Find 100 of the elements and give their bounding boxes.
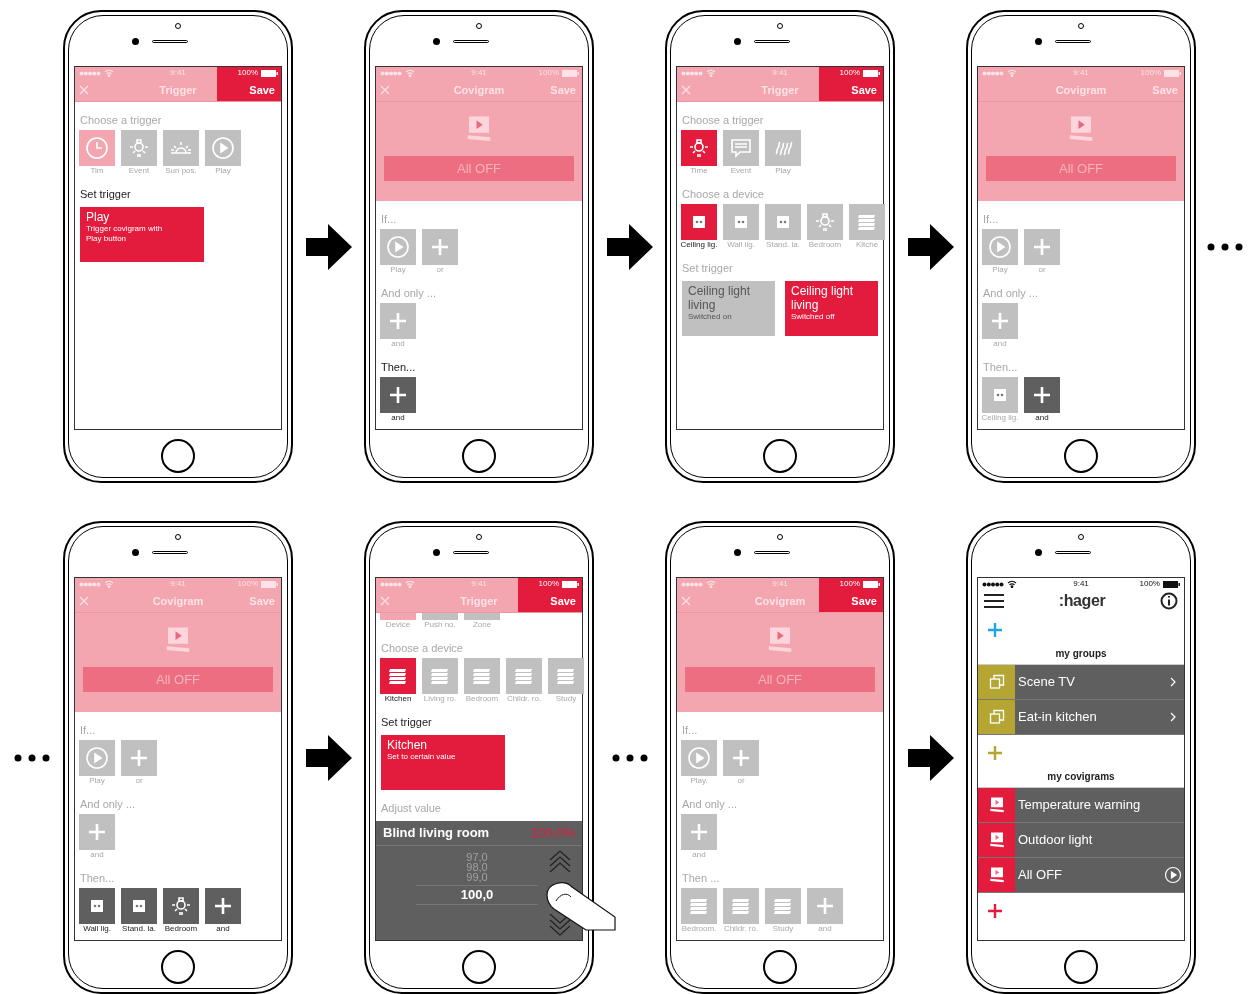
card-title: Kitchen	[387, 738, 429, 752]
signal-icon	[79, 581, 101, 587]
option-tile[interactable]	[807, 204, 843, 240]
option-tile[interactable]	[723, 888, 759, 924]
option-tile[interactable]	[205, 130, 241, 166]
option-tile[interactable]	[681, 814, 717, 850]
battery-icon	[1163, 580, 1180, 588]
close-icon[interactable]	[79, 85, 89, 95]
option-tile[interactable]	[163, 130, 199, 166]
list-row[interactable]: All OFF	[978, 858, 1184, 893]
home-button[interactable]	[1064, 950, 1098, 984]
option-tile[interactable]	[765, 204, 801, 240]
save-button[interactable]: Save	[851, 79, 880, 101]
screen-title: Covigram	[754, 594, 806, 609]
option-tile[interactable]	[723, 740, 759, 776]
menu-icon[interactable]	[984, 594, 1004, 608]
battery-icon	[863, 580, 880, 588]
option-tile[interactable]	[464, 658, 500, 694]
wifi-icon	[405, 69, 415, 77]
option-tile[interactable]	[765, 888, 801, 924]
option-tile[interactable]	[982, 303, 1018, 339]
option-tile[interactable]	[380, 303, 416, 339]
info-icon[interactable]	[1160, 592, 1178, 610]
plus-icon[interactable]	[987, 621, 1003, 638]
option-tile[interactable]	[1024, 229, 1060, 265]
option-tile[interactable]	[205, 888, 241, 924]
home-button[interactable]	[763, 950, 797, 984]
option-tile[interactable]	[982, 377, 1018, 413]
trigger-card[interactable]: Ceiling light living Switched on	[682, 281, 775, 336]
section-heading: Then ...	[681, 872, 721, 885]
option-tile[interactable]	[121, 888, 157, 924]
close-icon[interactable]	[681, 85, 691, 95]
picker-value: 97,0	[466, 852, 488, 862]
option-tile[interactable]	[464, 613, 500, 620]
close-icon[interactable]	[681, 596, 691, 606]
signal-icon	[79, 70, 101, 76]
option-tile[interactable]	[982, 229, 1018, 265]
save-button[interactable]: Save	[249, 79, 278, 101]
double-chevron-up-icon[interactable]	[548, 848, 572, 872]
card-title: Ceiling light living	[791, 284, 855, 312]
option-tile[interactable]	[681, 888, 717, 924]
option-tile[interactable]	[765, 130, 801, 166]
trigger-card[interactable]: Kitchen Set to certain value	[381, 735, 505, 790]
option-tile[interactable]	[422, 229, 458, 265]
option-tile[interactable]	[79, 740, 115, 776]
wifi-icon	[706, 69, 716, 77]
tile-label: or	[135, 776, 143, 786]
home-button[interactable]	[462, 439, 496, 473]
option-tile[interactable]	[548, 658, 584, 694]
save-button[interactable]: Save	[550, 590, 579, 612]
option-tile[interactable]	[121, 130, 157, 166]
option-tile[interactable]	[681, 740, 717, 776]
option-tile[interactable]	[380, 613, 416, 620]
option-tile[interactable]	[681, 204, 717, 240]
option-tile[interactable]	[849, 204, 885, 240]
option-tile[interactable]	[380, 377, 416, 413]
option-tile[interactable]	[723, 130, 759, 166]
tile-label: Study	[772, 924, 794, 934]
option-tile[interactable]	[723, 204, 759, 240]
tile-label: and	[993, 339, 1007, 349]
home-button[interactable]	[161, 439, 195, 473]
option-tile[interactable]	[121, 740, 157, 776]
speaker-slot	[152, 40, 188, 43]
option-tile[interactable]	[79, 814, 115, 850]
option-tile[interactable]	[422, 658, 458, 694]
home-button[interactable]	[161, 950, 195, 984]
tile-label: Stand. la.	[122, 924, 156, 934]
tile-label: Sun pos.	[165, 166, 197, 176]
home-button[interactable]	[462, 950, 496, 984]
close-icon[interactable]	[380, 596, 390, 606]
option-tile[interactable]	[681, 130, 717, 166]
option-tile[interactable]	[380, 229, 416, 265]
list-row[interactable]: Eat-in kitchen	[978, 700, 1184, 735]
plus-icon[interactable]	[987, 902, 1003, 919]
play-icon[interactable]	[1164, 866, 1182, 884]
value-picker[interactable]: Blind living room 100,0% 97,0 98,0 99,0 100,0	[376, 821, 582, 940]
plus-icon[interactable]	[987, 744, 1003, 761]
option-tile[interactable]	[163, 888, 199, 924]
option-tile[interactable]	[79, 888, 115, 924]
list-row[interactable]: Temperature warning	[978, 788, 1184, 823]
close-icon[interactable]	[79, 596, 89, 606]
tile-label: or	[737, 776, 745, 786]
list-row[interactable]: Outdoor light	[978, 823, 1184, 858]
option-tile[interactable]	[79, 130, 115, 166]
tile-label: Wall lig.	[83, 924, 111, 934]
chevron-right-icon	[1170, 677, 1176, 687]
option-tile[interactable]	[1024, 377, 1060, 413]
option-tile[interactable]	[422, 613, 458, 620]
option-tile[interactable]	[807, 888, 843, 924]
option-tile[interactable]	[506, 658, 542, 694]
list-row[interactable]: Scene TV	[978, 665, 1184, 700]
tile-label: Play	[89, 776, 105, 786]
trigger-card[interactable]: Play Trigger covigram with Play button	[80, 207, 204, 262]
home-button[interactable]	[1064, 439, 1098, 473]
trigger-card[interactable]: Ceiling light living Switched off	[785, 281, 878, 336]
double-chevron-down-icon[interactable]	[548, 914, 572, 938]
save-button[interactable]: Save	[851, 590, 880, 612]
option-tile[interactable]	[380, 658, 416, 694]
close-icon[interactable]	[380, 85, 390, 95]
home-button[interactable]	[763, 439, 797, 473]
